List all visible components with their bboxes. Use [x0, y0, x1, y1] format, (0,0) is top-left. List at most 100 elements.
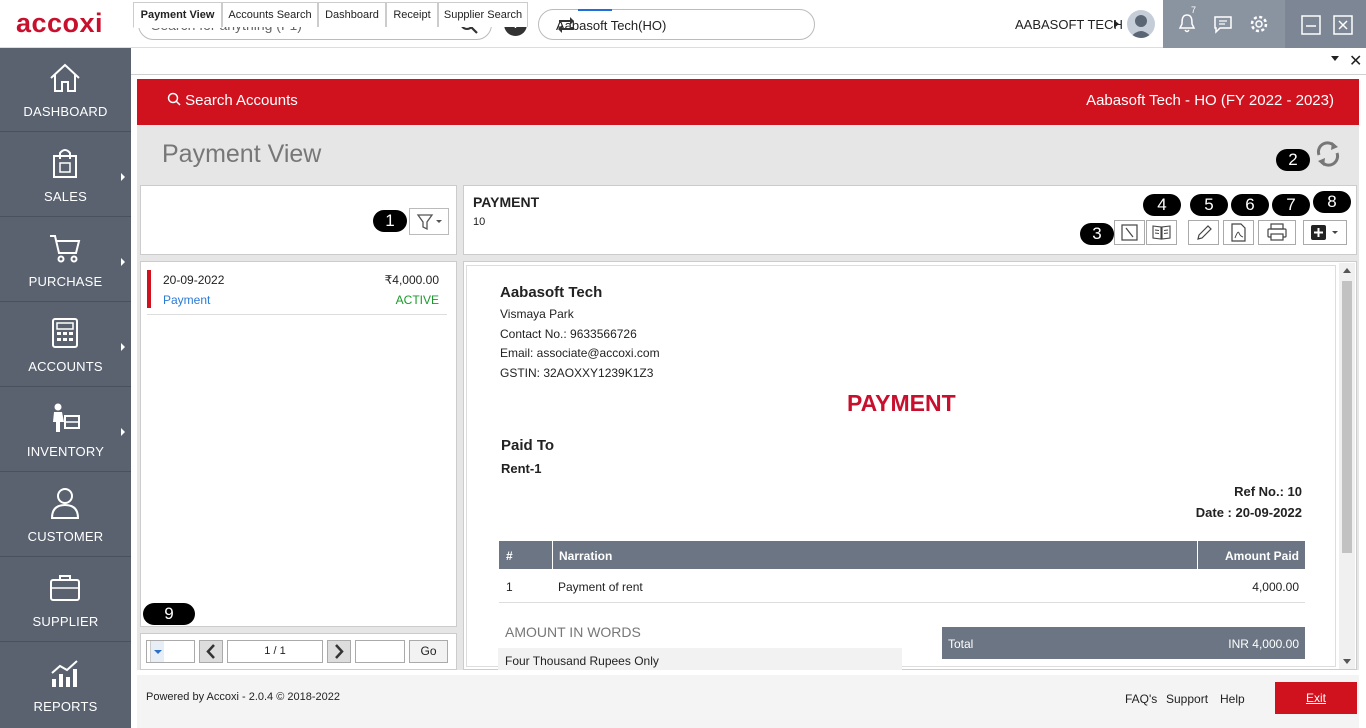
callout-4: 4: [1143, 194, 1181, 216]
doc-email: Email: associate@accoxi.com: [500, 346, 660, 360]
sidebar-item-label: SALES: [44, 189, 87, 204]
search-icon: [167, 92, 181, 106]
scroll-thumb[interactable]: [1342, 281, 1352, 553]
tab-receipt[interactable]: Receipt: [386, 2, 438, 27]
search-accounts-label: Search Accounts: [185, 92, 298, 109]
tab-dashboard[interactable]: Dashboard: [318, 2, 386, 27]
app-logo[interactable]: accoxi: [16, 8, 103, 39]
pdf-button[interactable]: [1223, 220, 1254, 245]
row-amount: 4,000.00: [1252, 580, 1299, 594]
help-link[interactable]: Help: [1220, 692, 1245, 706]
chevron-right-icon: [335, 644, 344, 659]
gear-icon[interactable]: [1249, 14, 1269, 39]
sidebar-item-dashboard[interactable]: DASHBOARD: [0, 48, 131, 132]
powered-by: Powered by Accoxi - 2.0.4 © 2018-2022: [146, 691, 340, 703]
exit-button[interactable]: Exit: [1275, 682, 1357, 714]
list-item-amount: ₹4,000.00: [384, 273, 439, 287]
sidebar: DASHBOARD SALES PURCHASE ACCOUNTS INVENT…: [0, 48, 131, 728]
next-page-button[interactable]: [327, 640, 351, 663]
search-accounts-link[interactable]: Search Accounts: [167, 92, 298, 109]
col-narration: Narration: [559, 549, 613, 563]
sidebar-item-supplier[interactable]: SUPPLIER: [0, 558, 131, 642]
tab-payment-view[interactable]: Payment View: [133, 2, 222, 28]
printer-icon: [1267, 223, 1287, 241]
chevron-right-icon: [121, 258, 125, 266]
sidebar-item-purchase[interactable]: PURCHASE: [0, 218, 131, 302]
callout-6: 6: [1231, 194, 1269, 216]
sidebar-item-accounts[interactable]: ACCOUNTS: [0, 303, 131, 387]
add-menu-button[interactable]: [1303, 220, 1347, 245]
caret-right-icon[interactable]: [1114, 20, 1119, 28]
ledger-button[interactable]: [1146, 220, 1177, 245]
tab-bar: [131, 48, 1366, 75]
selected-indicator: [147, 270, 151, 308]
sidebar-item-label: INVENTORY: [26, 444, 105, 459]
doc-address: Vismaya Park: [500, 307, 574, 321]
refresh-icon[interactable]: [1313, 137, 1343, 176]
voucher-title: PAYMENT: [473, 194, 540, 210]
chevron-right-icon: [121, 428, 125, 436]
doc-contact: Contact No.: 9633566726: [500, 327, 637, 341]
top-icon-group: 7: [1163, 0, 1285, 48]
history-button[interactable]: [1114, 220, 1145, 245]
doc-heading: PAYMENT: [847, 390, 956, 416]
table-row: 1 Payment of rent 4,000.00: [499, 569, 1305, 603]
doc-gstin: GSTIN: 32AOXXY1239K1Z3: [500, 366, 654, 380]
home-icon: [50, 63, 80, 92]
table-header: # Narration Amount Paid: [499, 541, 1305, 569]
filter-button[interactable]: [409, 208, 449, 235]
go-button[interactable]: Go: [409, 640, 448, 663]
scroll-down-icon[interactable]: [1343, 659, 1351, 664]
avatar[interactable]: [1127, 10, 1155, 38]
col-amount: Amount Paid: [1225, 549, 1299, 563]
sidebar-item-sales[interactable]: SALES: [0, 133, 131, 217]
page-jump-input[interactable]: [355, 640, 405, 663]
tab-supplier-search[interactable]: Supplier Search: [438, 2, 528, 27]
list-item[interactable]: 20-09-2022 ₹4,000.00 Payment ACTIVE: [147, 268, 447, 315]
total-value: INR 4,000.00: [1228, 637, 1299, 651]
chart-icon: [51, 660, 78, 687]
message-icon[interactable]: [1213, 14, 1233, 39]
switch-company-icon[interactable]: [556, 15, 806, 38]
inventory-icon: [53, 403, 80, 432]
voucher-number: 10: [473, 216, 486, 228]
amount-in-words: Four Thousand Rupees Only: [498, 648, 902, 670]
header-banner: Search Accounts Aabasoft Tech - HO (FY 2…: [137, 79, 1359, 125]
page-title: Payment View: [162, 140, 322, 168]
pencil-icon: [1197, 225, 1212, 240]
amount-in-words-label: AMOUNT IN WORDS: [505, 624, 641, 640]
document-scrollbar[interactable]: [1339, 263, 1355, 669]
sidebar-item-customer[interactable]: CUSTOMER: [0, 473, 131, 557]
list-item-status: ACTIVE: [395, 293, 439, 307]
ref-no: Ref No.: 10: [1234, 484, 1302, 499]
tab-accounts-search[interactable]: Accounts Search: [222, 2, 318, 27]
cart-icon: [50, 235, 81, 263]
user-name[interactable]: AABASOFT TECH: [1015, 17, 1123, 32]
tab-menu-icon[interactable]: [1331, 56, 1339, 61]
chevron-down-icon[interactable]: [150, 641, 164, 662]
chevron-right-icon: [121, 173, 125, 181]
close-window-icon[interactable]: [1333, 15, 1353, 40]
sidebar-item-reports[interactable]: REPORTS: [0, 643, 131, 727]
support-link[interactable]: Support: [1166, 692, 1208, 706]
sidebar-item-label: REPORTS: [33, 699, 98, 714]
scroll-up-icon[interactable]: [1343, 268, 1351, 273]
faq-link[interactable]: FAQ's: [1125, 692, 1157, 706]
doc-date: Date : 20-09-2022: [1195, 505, 1302, 520]
person-icon: [50, 488, 80, 519]
callout-1: 1: [373, 210, 407, 232]
bell-icon[interactable]: [1177, 12, 1197, 39]
edit-button[interactable]: [1188, 220, 1219, 245]
row-index: 1: [506, 580, 513, 594]
company-selector[interactable]: Aabasoft Tech(HO): [538, 9, 815, 40]
close-tab-icon[interactable]: ✕: [1349, 51, 1362, 71]
print-button[interactable]: [1258, 220, 1296, 245]
prev-page-button[interactable]: [199, 640, 223, 663]
calculator-icon: [52, 318, 78, 348]
list-item-type: Payment: [163, 293, 211, 307]
callout-3: 3: [1080, 223, 1114, 245]
minimize-icon[interactable]: [1301, 15, 1321, 40]
callout-8: 8: [1313, 191, 1351, 213]
page-size-select[interactable]: 10: [146, 640, 195, 663]
sidebar-item-inventory[interactable]: INVENTORY: [0, 388, 131, 472]
